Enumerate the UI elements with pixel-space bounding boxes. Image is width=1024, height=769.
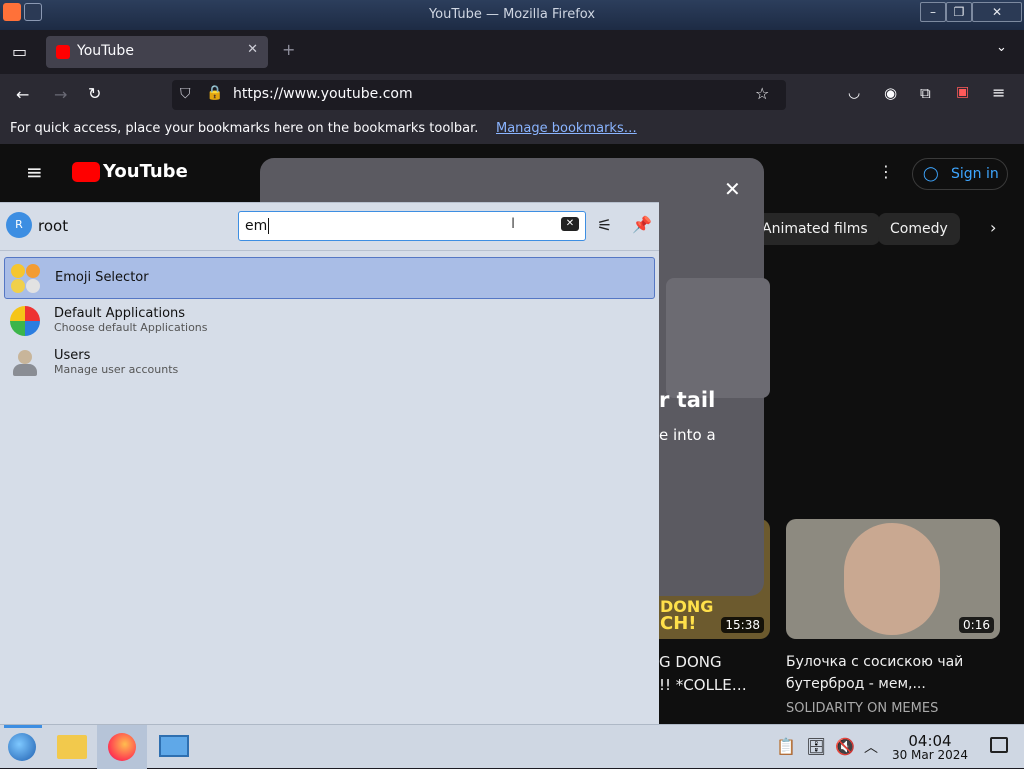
video-title[interactable]: !! *COLLE… (659, 676, 747, 694)
thumbnail-face (844, 523, 940, 635)
thumb-text: CH! (660, 613, 697, 634)
emoji-selector-icon (11, 264, 41, 294)
text-cursor (268, 218, 270, 234)
result-title: Default Applications (54, 306, 186, 321)
video-title[interactable]: G DONG (659, 653, 722, 671)
window-title: YouTube — Mozilla Firefox (428, 7, 596, 22)
new-tab-icon[interactable]: + (282, 40, 295, 59)
close-window-button[interactable]: ✕ (972, 2, 1022, 22)
app-launcher-button[interactable] (0, 725, 48, 769)
settings-sliders-icon[interactable]: ⚟ (597, 216, 612, 236)
volume-muted-icon[interactable]: 🔇 (835, 737, 855, 756)
result-title: Users (54, 348, 91, 363)
users-icon (10, 348, 40, 378)
clear-search-icon[interactable]: ✕ (561, 217, 579, 231)
more-options-icon[interactable]: ⋮ (878, 162, 894, 181)
lock-icon[interactable]: 🔒 (206, 85, 223, 101)
bookmark-star-icon[interactable]: ☆ (755, 84, 769, 103)
ibeam-cursor-icon: I (511, 216, 516, 232)
active-indicator (4, 725, 42, 728)
youtube-logo[interactable]: YouTube (103, 161, 188, 182)
result-users[interactable]: Users Manage user accounts (4, 342, 655, 384)
reload-icon[interactable]: ↻ (88, 84, 101, 103)
storage-icon[interactable]: 🗄 (806, 737, 826, 756)
chevron-up-icon[interactable]: ︿ (864, 737, 878, 757)
start-orb-icon (8, 733, 36, 761)
youtube-logo-icon[interactable] (72, 162, 100, 182)
dialog-illustration (666, 278, 770, 398)
monitor-icon (159, 735, 189, 757)
account-icon[interactable]: ◉ (884, 84, 897, 102)
forward-icon[interactable]: → (54, 85, 67, 104)
url-text: https://www.youtube.com (233, 86, 413, 102)
guide-menu-icon[interactable]: ≡ (26, 160, 43, 184)
avatar[interactable]: R (6, 212, 32, 238)
tracking-shield-icon[interactable]: ⛉ (180, 86, 191, 102)
tab-title: YouTube (77, 43, 134, 59)
chevron-right-icon[interactable]: › (990, 218, 996, 237)
dialog-heading: r tail (659, 388, 716, 412)
menu-icon[interactable]: ≡ (992, 83, 1005, 102)
clock-date[interactable]: 30 Mar 2024 (880, 748, 980, 762)
result-subtitle: Choose default Applications (54, 321, 208, 334)
close-dialog-icon[interactable]: ✕ (724, 177, 741, 201)
back-icon[interactable]: ← (16, 85, 29, 104)
tab-youtube[interactable]: YouTube ✕ (46, 36, 268, 68)
video-title[interactable]: бутерброд - мем,... (786, 676, 926, 692)
user-circle-icon: ◯ (923, 166, 939, 182)
minimize-button[interactable]: – (920, 2, 946, 22)
manage-bookmarks-link[interactable]: Manage bookmarks… (496, 121, 637, 136)
sign-in-button[interactable]: ◯ Sign in (912, 158, 1008, 190)
tab-strip: ▭ YouTube ✕ + ⌄ (0, 30, 1024, 74)
system-settings-button[interactable] (150, 725, 198, 769)
sign-in-label: Sign in (951, 166, 999, 182)
pin-icon[interactable]: 📌 (632, 215, 652, 234)
result-subtitle: Manage user accounts (54, 363, 179, 376)
navigation-bar: ← → ↻ ⛉ 🔒 https://www.youtube.com ☆ ◡ ◉ … (0, 74, 1024, 116)
file-manager-button[interactable] (48, 725, 96, 769)
clipboard-icon[interactable]: 📋 (776, 737, 796, 756)
ublock-icon[interactable]: ▣ (956, 84, 969, 100)
search-value: em (245, 218, 268, 234)
video-thumbnail[interactable]: 0:16 (786, 519, 1000, 639)
video-duration: 0:16 (959, 617, 994, 633)
taskbar-firefox-button[interactable] (97, 725, 147, 769)
result-default-applications[interactable]: Default Applications Choose default Appl… (4, 300, 655, 342)
bookmarks-toolbar: For quick access, place your bookmarks h… (0, 116, 1024, 144)
result-emoji-selector[interactable]: Emoji Selector (4, 257, 655, 299)
chip-comedy[interactable]: Comedy (878, 213, 960, 245)
firefox-icon (108, 733, 136, 761)
bookmarks-message: For quick access, place your bookmarks h… (10, 121, 479, 136)
show-desktop-icon[interactable] (990, 737, 1008, 753)
chip-animated-films[interactable]: Animated films (750, 213, 880, 245)
url-bar[interactable]: ⛉ 🔒 https://www.youtube.com ☆ (172, 80, 786, 110)
default-applications-icon (10, 306, 40, 336)
dialog-body: e into a (659, 426, 716, 444)
chevron-down-icon[interactable]: ⌄ (996, 40, 1007, 55)
list-all-tabs-icon[interactable]: ▭ (12, 42, 27, 61)
divider (0, 250, 659, 251)
maximize-button[interactable]: ❐ (946, 2, 972, 22)
extensions-icon[interactable]: ⧉ (920, 84, 931, 102)
close-tab-icon[interactable]: ✕ (247, 42, 258, 57)
app-launcher: R root em I ✕ ⚟ 📌 Emoji Selector Default… (0, 202, 659, 724)
folder-icon (57, 735, 87, 759)
result-title: Emoji Selector (55, 270, 149, 285)
taskbar: 📋 🗄 🔇 ︿ 04:04 30 Mar 2024 (0, 724, 1024, 769)
youtube-favicon-icon (56, 45, 70, 59)
video-title[interactable]: Булочка с сосискою чай (786, 654, 963, 670)
search-input[interactable]: em I ✕ (238, 211, 586, 241)
user-name: root (38, 217, 69, 235)
window-titlebar: YouTube — Mozilla Firefox – ❐ ✕ (0, 0, 1024, 30)
video-duration: 15:38 (721, 617, 764, 633)
channel-name[interactable]: SOLIDARITY ON MEMES (786, 701, 938, 716)
pocket-icon[interactable]: ◡ (848, 85, 860, 101)
